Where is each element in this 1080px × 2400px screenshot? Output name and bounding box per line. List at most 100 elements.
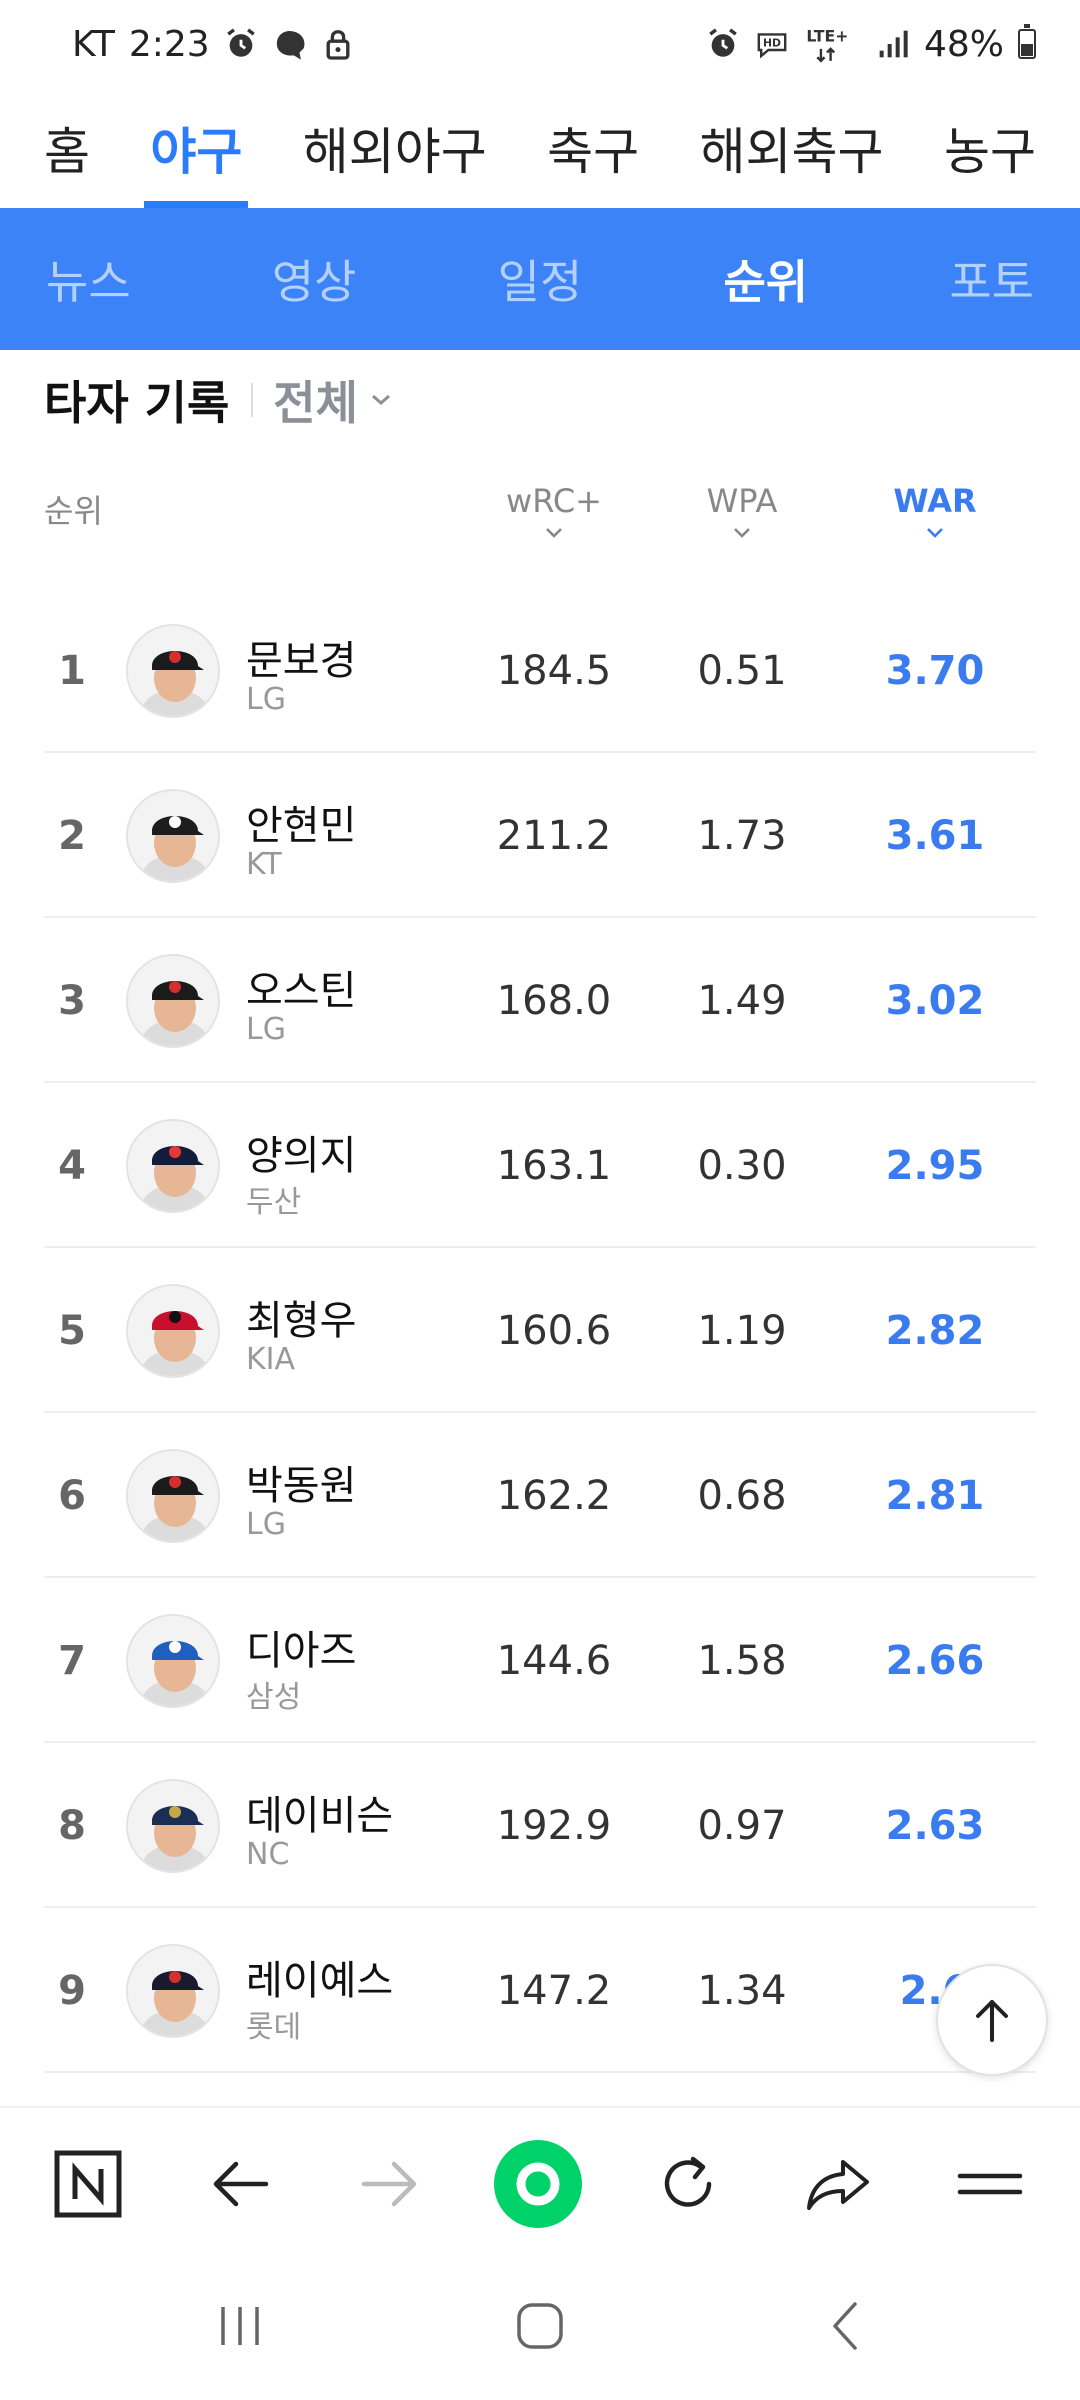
rank-number: 6: [58, 1472, 86, 1519]
wrc-plus-value: 162.2: [496, 1472, 612, 1519]
lte-label: LTE+: [806, 27, 848, 46]
share-icon[interactable]: [788, 2134, 888, 2234]
carrier-label: KT: [72, 23, 115, 65]
table-header: 순위 wRC+ WPA WAR: [0, 470, 1080, 570]
chevron-down-icon: [371, 394, 390, 405]
status-right: HD LTE+ 48%: [706, 24, 1036, 65]
player-name[interactable]: 문보경: [246, 628, 356, 686]
column-label: WPA: [706, 482, 778, 520]
sort-chevron-icon: [546, 528, 562, 538]
sort-chevron-icon: [927, 528, 943, 538]
player-name[interactable]: 데이비슨: [246, 1783, 393, 1841]
green-dot-icon[interactable]: [488, 2134, 588, 2234]
filter-dropdown[interactable]: 전체: [273, 367, 394, 433]
wpa-value: 0.30: [697, 1142, 787, 1189]
player-name[interactable]: 박동원: [246, 1453, 356, 1511]
player-name[interactable]: 디아즈: [246, 1618, 356, 1676]
wrc-plus-value: 192.9: [496, 1802, 612, 1849]
sub-menu-nav: 뉴스 영상 일정 순위 포토: [0, 208, 1080, 350]
wrc-plus-value: 147.2: [496, 1967, 612, 2014]
sub-tab-1[interactable]: 영상: [272, 246, 357, 312]
war-column-header[interactable]: WAR: [855, 482, 1015, 540]
status-bar: KT 2:23 HD LTE+ 48%: [0, 0, 1080, 88]
sub-tab-3[interactable]: 순위: [723, 246, 808, 312]
team-name: NC: [246, 1837, 290, 1872]
tab-1[interactable]: 야구: [144, 88, 249, 208]
back-icon[interactable]: [795, 2286, 895, 2366]
sub-tab-4[interactable]: 포토: [949, 246, 1034, 312]
home-icon[interactable]: [490, 2286, 590, 2366]
rank-number: 8: [58, 1802, 86, 1849]
rank-column-header: 순위: [44, 492, 103, 530]
war-value: 2.95: [885, 1142, 985, 1189]
war-value: 2.63: [885, 1802, 985, 1849]
scroll-to-top-button[interactable]: [936, 1964, 1048, 2076]
refresh-icon[interactable]: [638, 2134, 738, 2234]
table-row[interactable]: 1 문보경 LG 184.5 0.51 3.70: [44, 588, 1036, 753]
player-avatar: [126, 1119, 220, 1213]
alarm-icon: [224, 27, 258, 61]
forward-arrow-icon[interactable]: [340, 2134, 440, 2234]
wpa-column-header[interactable]: WPA: [662, 482, 822, 540]
wpa-value: 0.51: [697, 647, 787, 694]
player-name[interactable]: 양의지: [246, 1123, 356, 1181]
wpa-value: 0.97: [697, 1802, 787, 1849]
wpa-value: 1.34: [697, 1967, 787, 2014]
table-row[interactable]: 4 양의지 두산 163.1 0.30 2.95: [44, 1083, 1036, 1248]
rank-number: 1: [58, 647, 86, 694]
table-row[interactable]: 9 레이예스 롯데 147.2 1.34 2.6: [44, 1908, 1036, 2073]
table-row[interactable]: 2 안현민 KT 211.2 1.73 3.61: [44, 753, 1036, 918]
table-row[interactable]: 6 박동원 LG 162.2 0.68 2.81: [44, 1413, 1036, 1578]
wrc-plus-column-header[interactable]: wRC+: [474, 482, 634, 540]
war-value: 2.82: [885, 1307, 985, 1354]
table-row[interactable]: 7 디아즈 삼성 144.6 1.58 2.66: [44, 1578, 1036, 1743]
wrc-plus-value: 211.2: [496, 812, 612, 859]
tab-5[interactable]: 농구: [944, 88, 1036, 208]
sort-chevron-icon: [734, 528, 750, 538]
top-category-nav: 홈 야구 해외야구 축구 해외축구 농구: [0, 88, 1080, 208]
war-value: 2.66: [885, 1637, 985, 1684]
team-name: 삼성: [246, 1680, 302, 1715]
player-name[interactable]: 오스틴: [246, 958, 356, 1016]
player-avatar: [126, 1284, 220, 1378]
sub-tab-2[interactable]: 일정: [498, 246, 583, 312]
wrc-plus-value: 144.6: [496, 1637, 612, 1684]
back-arrow-icon[interactable]: [190, 2134, 290, 2234]
player-avatar: [126, 624, 220, 718]
player-name[interactable]: 안현민: [246, 793, 356, 851]
divider: [251, 383, 254, 417]
recents-icon[interactable]: [190, 2286, 290, 2366]
tab-0[interactable]: 홈: [44, 88, 90, 208]
war-value: 2.81: [885, 1472, 985, 1519]
status-left: KT 2:23: [72, 24, 352, 65]
table-row[interactable]: 3 오스틴 LG 168.0 1.49 3.02: [44, 918, 1036, 1083]
sub-tab-0[interactable]: 뉴스: [46, 246, 131, 312]
table-row[interactable]: 5 최형우 KIA 160.6 1.19 2.82: [44, 1248, 1036, 1413]
svg-text:HD: HD: [763, 36, 781, 49]
wrc-plus-value: 184.5: [496, 647, 612, 694]
browser-toolbar: [0, 2106, 1080, 2258]
table-row[interactable]: 8 데이비슨 NC 192.9 0.97 2.63: [44, 1743, 1036, 1908]
signal-icon: [876, 28, 910, 60]
player-avatar: [126, 1779, 220, 1873]
team-name: LG: [246, 1012, 286, 1047]
team-name: KIA: [246, 1342, 296, 1377]
naver-n-icon[interactable]: [38, 2134, 138, 2234]
player-avatar: [126, 1944, 220, 2038]
player-name[interactable]: 최형우: [246, 1288, 356, 1346]
menu-icon[interactable]: [940, 2134, 1040, 2234]
team-name: 두산: [246, 1185, 302, 1220]
player-name[interactable]: 레이예스: [246, 1948, 393, 2006]
player-avatar: [126, 954, 220, 1048]
tab-4[interactable]: 해외축구: [700, 88, 884, 208]
wpa-value: 1.19: [697, 1307, 787, 1354]
team-name: KT: [246, 847, 282, 882]
wpa-value: 0.68: [697, 1472, 787, 1519]
tab-3[interactable]: 축구: [547, 88, 639, 208]
section-title: 타자 기록: [44, 376, 230, 430]
wpa-value: 1.73: [697, 812, 787, 859]
arrow-up-icon: [976, 2000, 1008, 2042]
tab-2[interactable]: 해외야구: [303, 88, 487, 208]
section-header: 타자 기록 전체: [44, 360, 394, 440]
player-avatar: [126, 1614, 220, 1708]
